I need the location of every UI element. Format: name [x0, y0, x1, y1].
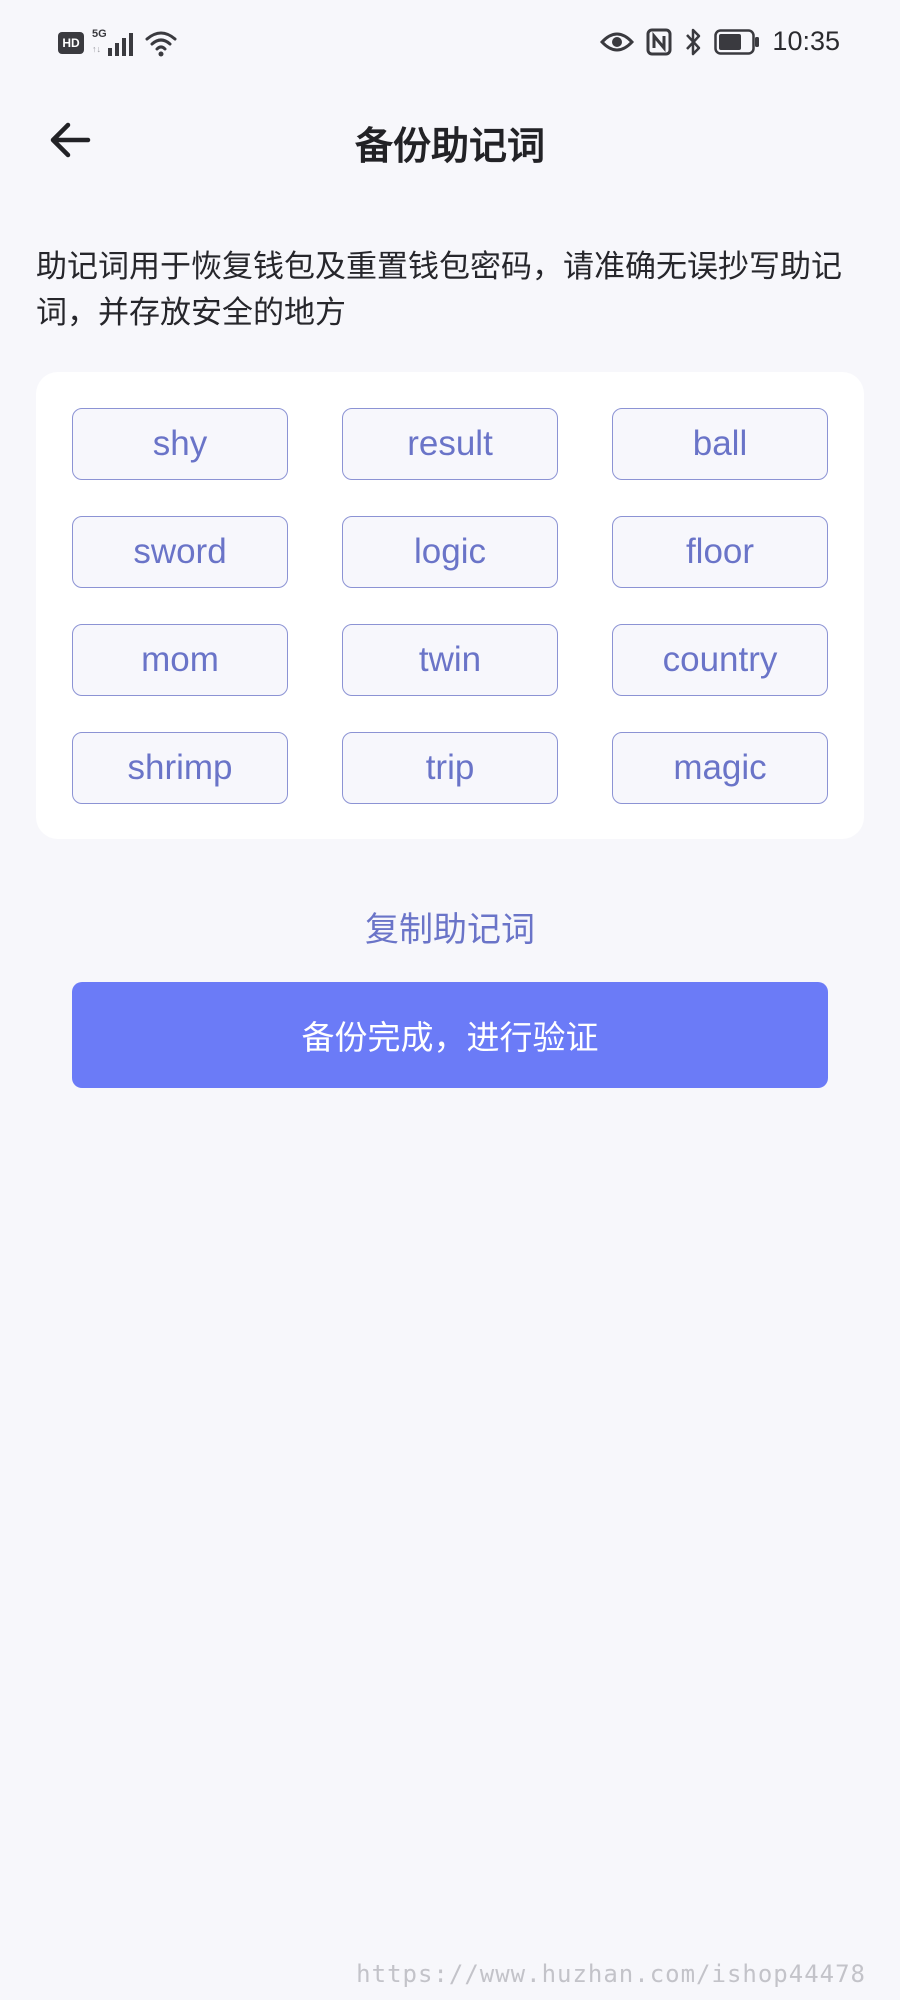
network-indicator: 5G ↑↓	[92, 28, 136, 58]
mnemonic-word-2: result	[342, 408, 558, 480]
signal-icon	[108, 33, 133, 56]
mnemonic-word-10: shrimp	[72, 732, 288, 804]
mnemonic-words-card: shy result ball sword logic floor mom twin count…	[36, 372, 864, 839]
mnemonic-word-8: twin	[342, 624, 558, 696]
status-right: 10:35	[600, 26, 840, 57]
hd-badge: HD	[58, 32, 84, 54]
mnemonic-word-1: shy	[72, 408, 288, 480]
mnemonic-word-3: ball	[612, 408, 828, 480]
mnemonic-word-9: country	[612, 624, 828, 696]
backup-complete-button[interactable]: 备份完成，进行验证	[72, 982, 828, 1088]
page-title: 备份助记词	[354, 124, 545, 168]
status-bar: HD 5G ↑↓ 10:35	[0, 0, 900, 90]
battery-icon	[714, 28, 760, 55]
mnemonic-word-5: logic	[342, 516, 558, 588]
bluetooth-icon	[686, 28, 701, 55]
mnemonic-word-6: floor	[612, 516, 828, 588]
backup-mnemonic-page: HD 5G ↑↓ 10:35 备份助记词 助记词用于恢复钱包及重置钱包密码，请准…	[0, 0, 900, 2000]
eye-icon	[600, 32, 635, 51]
network-label: 5G	[92, 28, 107, 40]
mnemonic-description: 助记词用于恢复钱包及重置钱包密码，请准确无误抄写助记词，并存放安全的地方	[36, 249, 842, 331]
nfc-icon	[646, 28, 672, 55]
status-left: HD 5G ↑↓	[58, 28, 178, 58]
watermark: https://www.huzhan.com/ishop44478	[356, 1960, 866, 1988]
mnemonic-word-7: mom	[72, 624, 288, 696]
mnemonic-word-11: trip	[342, 732, 558, 804]
mnemonic-word-12: magic	[612, 732, 828, 804]
wifi-icon	[145, 31, 177, 57]
mnemonic-word-4: sword	[72, 516, 288, 588]
network-arrows: ↑↓	[92, 44, 101, 54]
copy-mnemonic-button[interactable]: 复制助记词	[0, 902, 900, 951]
header: 备份助记词	[0, 95, 900, 185]
status-time: 10:35	[772, 26, 840, 56]
